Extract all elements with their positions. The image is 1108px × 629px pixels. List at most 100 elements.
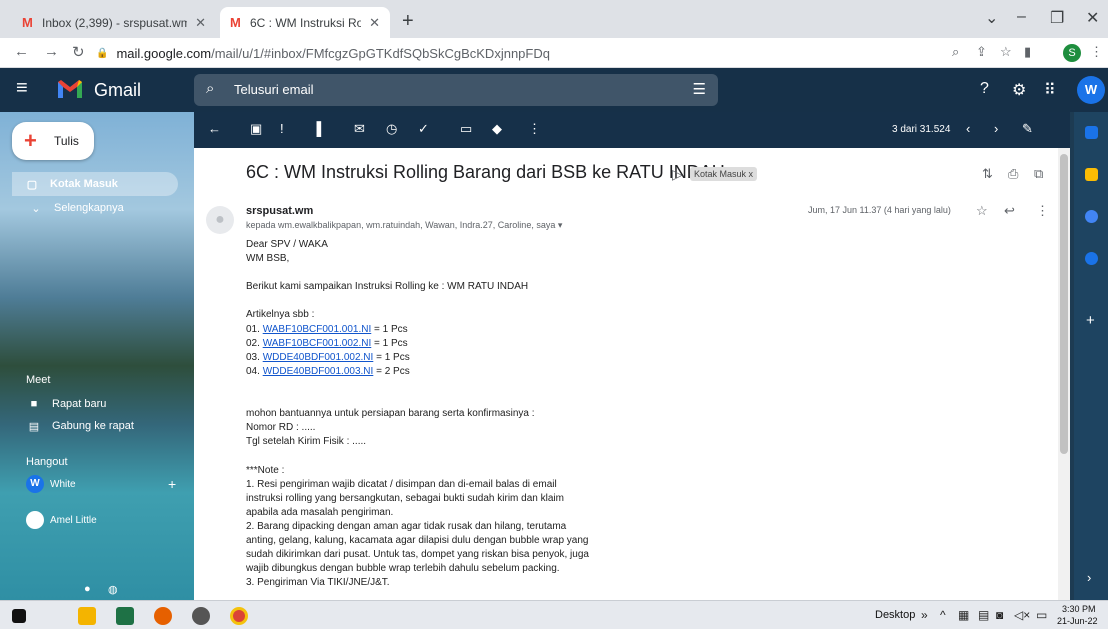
star-icon[interactable]: ☆ bbox=[976, 203, 988, 219]
back-to-inbox-icon[interactable]: ← bbox=[208, 121, 221, 136]
browser-menu-icon[interactable]: ⋮ bbox=[1090, 44, 1103, 60]
scrollbar-thumb[interactable] bbox=[1060, 154, 1068, 454]
search-icon[interactable]: ⌕ bbox=[206, 80, 214, 97]
message-date: Jum, 17 Jun 11.37 (4 hari yang lalu) bbox=[808, 205, 951, 215]
firefox-icon[interactable] bbox=[154, 607, 172, 625]
tray-up-arrow-icon[interactable]: ^ bbox=[940, 608, 946, 622]
email-body: Dear SPV / WAKA WM BSB, Berikut kami sam… bbox=[246, 238, 626, 590]
gmail-logo[interactable] bbox=[56, 78, 84, 100]
tab-search-icon[interactable]: ⌄ bbox=[985, 8, 998, 28]
restore-button[interactable]: ❐ bbox=[1050, 8, 1064, 28]
contact-amel-little[interactable]: Amel Little bbox=[26, 511, 97, 529]
sidebar-item-more[interactable]: ⌄ Selengkapnya bbox=[28, 196, 123, 220]
article-line: 04. WDDE40BDF001.003.NI = 2 Pcs bbox=[246, 365, 626, 379]
reload-icon[interactable]: ↻ bbox=[72, 43, 85, 61]
window-close-button[interactable]: ✕ bbox=[1086, 8, 1099, 28]
calendar-icon[interactable] bbox=[1085, 126, 1098, 139]
browser-profile-avatar[interactable]: S bbox=[1063, 44, 1081, 62]
new-tab-button[interactable]: + bbox=[402, 10, 414, 33]
address-bar[interactable]: 🔒 mail.google.com/mail/u/1/#inbox/FMfcgz… bbox=[96, 42, 896, 64]
keyboard-tray-icon[interactable]: ▭ bbox=[1036, 608, 1047, 622]
windows-start-icon[interactable] bbox=[12, 609, 26, 623]
get-addons-icon[interactable]: + bbox=[1086, 312, 1095, 329]
search-options-icon[interactable]: ☰ bbox=[693, 80, 706, 98]
label-icon[interactable]: ◆ bbox=[492, 121, 502, 137]
side-panel: + › bbox=[1074, 112, 1108, 600]
chat-bubble-icon[interactable]: ◍ bbox=[108, 583, 118, 596]
chat-tray-icon[interactable]: ◙ bbox=[996, 608, 1003, 622]
expand-panel-icon[interactable]: › bbox=[1087, 570, 1091, 585]
close-icon[interactable]: ✕ bbox=[369, 15, 380, 31]
move-to-icon[interactable]: ▭ bbox=[460, 121, 472, 137]
article-link[interactable]: WDDE40BDF001.002.NI bbox=[263, 352, 374, 363]
file-explorer-icon[interactable] bbox=[78, 607, 96, 625]
excel-icon[interactable] bbox=[116, 607, 134, 625]
more-vert-icon[interactable]: ⋮ bbox=[1036, 203, 1049, 219]
scrollbar[interactable] bbox=[1058, 148, 1070, 600]
tab-inbox[interactable]: M Inbox (2,399) - srspusat.wm@gm ✕ bbox=[12, 7, 216, 38]
report-spam-icon[interactable]: ! bbox=[280, 121, 284, 136]
newer-icon[interactable]: ‹ bbox=[966, 121, 970, 136]
back-icon[interactable]: ← bbox=[14, 43, 29, 60]
input-tools-icon[interactable]: ✎ bbox=[1022, 121, 1033, 137]
person-icon[interactable]: ● bbox=[84, 583, 91, 595]
compose-button[interactable]: + Tulis bbox=[12, 122, 94, 160]
delete-icon[interactable]: ▐ bbox=[312, 121, 321, 136]
clock-date[interactable]: 21-Jun-22 bbox=[1057, 616, 1098, 626]
sender-name[interactable]: srspusat.wm bbox=[246, 205, 313, 217]
older-icon[interactable]: › bbox=[994, 121, 998, 136]
share-icon[interactable]: ⇪ bbox=[976, 44, 987, 60]
close-icon[interactable]: ✕ bbox=[195, 15, 206, 31]
search-bar[interactable]: ⌕ Telusuri email ☰ bbox=[194, 74, 718, 106]
snooze-icon[interactable]: ◷ bbox=[386, 121, 397, 137]
contact-white[interactable]: W White bbox=[26, 475, 76, 493]
desktop-toolbar-label[interactable]: Desktop bbox=[875, 609, 915, 621]
contacts-icon[interactable] bbox=[1085, 252, 1098, 265]
meet-new-meeting[interactable]: ■ Rapat baru bbox=[26, 392, 107, 416]
tasks-icon[interactable] bbox=[1085, 210, 1098, 223]
open-new-window-icon[interactable]: ⧉ bbox=[1034, 166, 1043, 182]
main-menu-icon[interactable]: ≡ bbox=[16, 77, 28, 100]
article-link[interactable]: WDDE40BDF001.003.NI bbox=[263, 366, 374, 377]
bookmark-star-icon[interactable]: ☆ bbox=[1000, 44, 1012, 60]
zoom-icon[interactable]: ⌕ bbox=[952, 44, 959, 60]
article-link[interactable]: WABF10BCF001.002.NI bbox=[263, 338, 372, 349]
minimize-button[interactable]: – bbox=[1017, 8, 1026, 26]
mark-unread-icon[interactable]: ✉ bbox=[354, 121, 365, 137]
more-options-icon[interactable]: ⋮ bbox=[528, 121, 541, 137]
account-avatar[interactable]: W bbox=[1077, 76, 1105, 104]
collapse-all-icon[interactable]: ⇅ bbox=[982, 166, 993, 182]
search-input[interactable]: Telusuri email bbox=[234, 74, 313, 106]
overflow-chevron-icon[interactable]: » bbox=[921, 608, 928, 622]
side-panel-icon[interactable]: ▮ bbox=[1024, 44, 1031, 60]
add-contact-icon[interactable]: + bbox=[168, 476, 176, 492]
forward-icon[interactable]: → bbox=[44, 43, 59, 60]
apps-grid-icon[interactable]: ⠿ bbox=[1044, 80, 1056, 100]
article-number: 02. bbox=[246, 337, 260, 349]
clock-time[interactable]: 3:30 PM bbox=[1062, 604, 1096, 614]
app-tray-icon[interactable]: ▤ bbox=[978, 608, 989, 622]
article-link[interactable]: WABF10BCF001.001.NI bbox=[263, 324, 372, 335]
add-to-tasks-icon[interactable]: ✓ bbox=[418, 121, 429, 137]
lock-icon[interactable]: 🔒 bbox=[96, 48, 108, 59]
help-icon[interactable]: ? bbox=[980, 80, 989, 98]
chrome-icon[interactable] bbox=[230, 607, 248, 625]
network-icon[interactable]: ▦ bbox=[958, 608, 969, 622]
keep-icon[interactable] bbox=[1085, 168, 1098, 181]
body-line: Nomor RD : ..... bbox=[246, 422, 316, 434]
archive-icon[interactable]: ▣ bbox=[250, 121, 262, 137]
important-marker-icon[interactable]: ▷ bbox=[672, 166, 683, 183]
recipients-line[interactable]: kepada wm.ewalkbalikpapan, wm.ratuindah,… bbox=[246, 220, 562, 231]
tab-current-email[interactable]: M 6C : WM Instruksi Rolling Barang ✕ bbox=[220, 7, 390, 38]
gmail-icon: M bbox=[22, 14, 33, 30]
inbox-label-chip[interactable]: Kotak Masuk x bbox=[690, 167, 758, 181]
sidebar-item-inbox[interactable]: ▢ Kotak Masuk bbox=[12, 172, 178, 196]
settings-gear-icon[interactable]: ⚙ bbox=[1012, 80, 1026, 100]
app-icon[interactable] bbox=[192, 607, 210, 625]
print-icon[interactable]: ⎙ bbox=[1008, 166, 1018, 182]
volume-muted-icon[interactable]: ◁× bbox=[1014, 608, 1030, 622]
meet-join-meeting[interactable]: ▤ Gabung ke rapat bbox=[26, 414, 134, 438]
reply-icon[interactable]: ↩ bbox=[1004, 203, 1015, 219]
